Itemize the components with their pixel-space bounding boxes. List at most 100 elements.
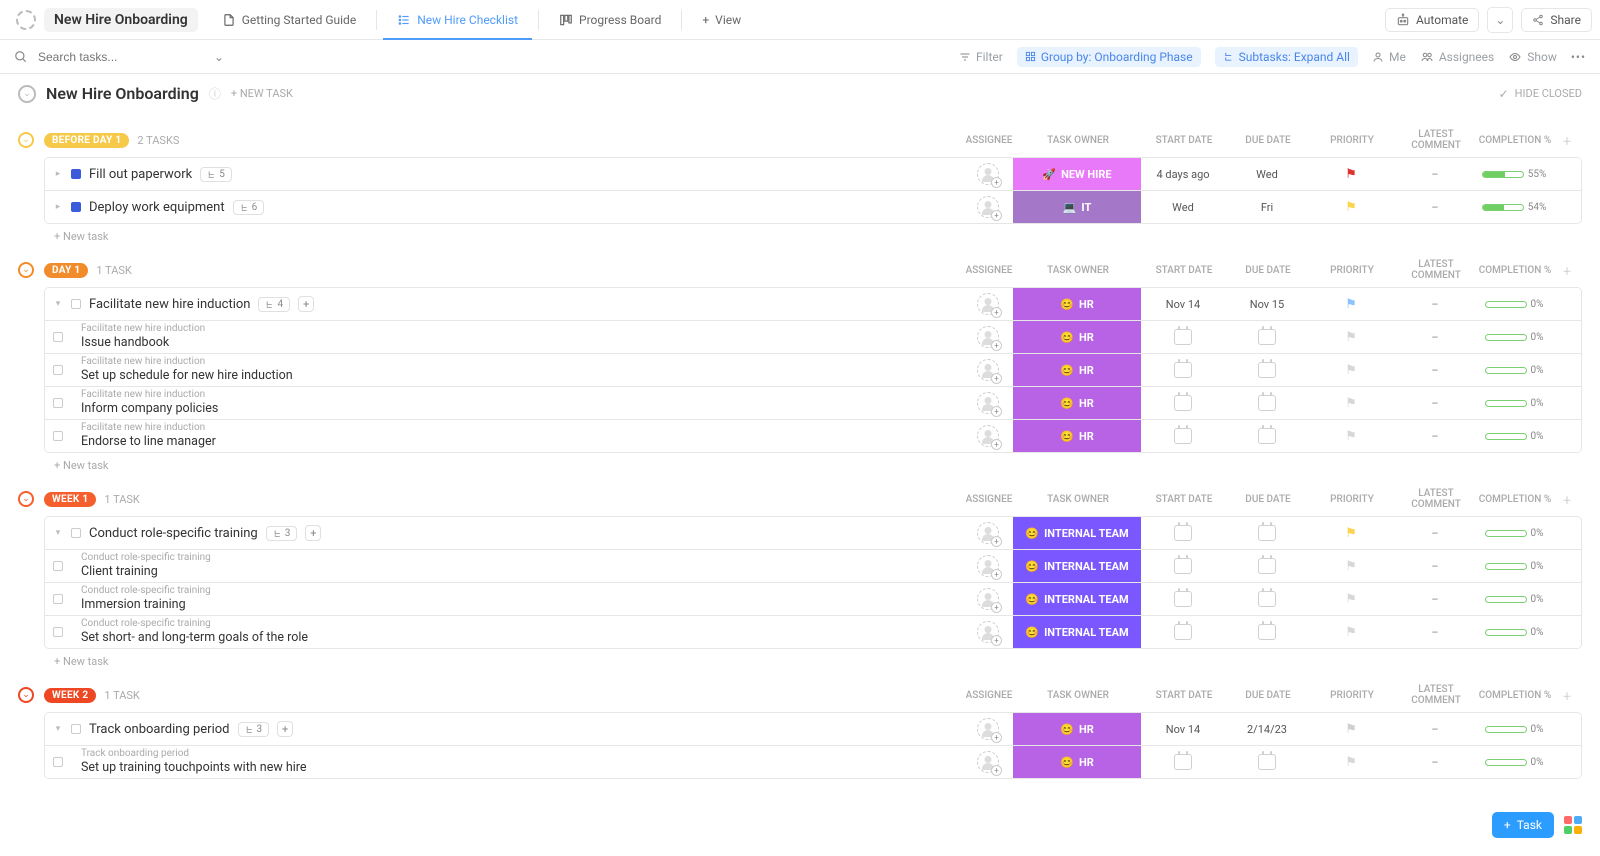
space-name[interactable]: New Hire Onboarding — [44, 8, 198, 32]
group-name-pill[interactable]: WEEK 1 — [44, 492, 96, 507]
task-owner-cell[interactable]: 😊HR — [1013, 321, 1141, 353]
task-owner-cell[interactable]: 💻IT — [1013, 191, 1141, 223]
status-icon[interactable] — [71, 169, 81, 179]
comment-cell[interactable]: – — [1393, 331, 1477, 344]
subtask-row[interactable]: Conduct role-specific training Set short… — [45, 615, 1581, 648]
subtask-row[interactable]: Facilitate new hire induction Issue hand… — [45, 320, 1581, 353]
task-owner-cell[interactable]: 😊HR — [1013, 713, 1141, 745]
assignee-cell[interactable]: + — [963, 196, 1013, 218]
assignee-cell[interactable]: + — [963, 425, 1013, 447]
status-icon[interactable] — [71, 724, 81, 734]
subtask-count[interactable]: 4 — [258, 297, 290, 312]
start-date-cell[interactable] — [1141, 395, 1225, 411]
task-row[interactable]: ▾ Track onboarding period 3+ + 😊HR Nov 1… — [45, 713, 1581, 745]
group-by-chip[interactable]: Group by: Onboarding Phase — [1017, 47, 1201, 67]
new-task-floating-button[interactable]: + Task — [1492, 812, 1554, 838]
add-subtask-button[interactable]: + — [277, 721, 293, 737]
new-task-button[interactable]: + NEW TASK — [231, 87, 293, 100]
completion-cell[interactable]: 0% — [1477, 757, 1551, 768]
add-column-button[interactable]: ＋ — [1552, 688, 1582, 703]
expand-icon[interactable]: ▸ — [53, 202, 63, 212]
task-owner-cell[interactable]: 😊HR — [1013, 420, 1141, 452]
comment-cell[interactable]: – — [1393, 364, 1477, 377]
task-owner-cell[interactable]: 🚀NEW HIRE — [1013, 158, 1141, 190]
priority-cell[interactable]: ⚑ — [1309, 755, 1393, 770]
add-subtask-button[interactable]: + — [305, 525, 321, 541]
group-toggle[interactable]: ⌄ — [18, 132, 34, 148]
completion-cell[interactable]: 0% — [1477, 627, 1551, 638]
priority-cell[interactable]: ⚑ — [1309, 363, 1393, 378]
priority-cell[interactable]: ⚑ — [1309, 592, 1393, 607]
due-date-cell[interactable] — [1225, 591, 1309, 607]
tab-progress-board[interactable]: Progress Board — [545, 0, 675, 39]
group-toggle[interactable]: ⌄ — [18, 491, 34, 507]
assignee-cell[interactable]: + — [963, 751, 1013, 773]
start-date-cell[interactable]: Nov 14 — [1141, 298, 1225, 311]
share-button[interactable]: Share — [1521, 8, 1592, 32]
subtask-count[interactable]: 6 — [233, 200, 265, 215]
more-button[interactable]: ••• — [1571, 50, 1586, 64]
start-date-cell[interactable] — [1141, 362, 1225, 378]
completion-cell[interactable]: 0% — [1477, 431, 1551, 442]
comment-cell[interactable]: – — [1393, 756, 1477, 769]
group-toggle[interactable]: ⌄ — [18, 687, 34, 703]
completion-cell[interactable]: 0% — [1477, 724, 1551, 735]
tab-new-hire-checklist[interactable]: New Hire Checklist — [383, 0, 532, 39]
status-icon[interactable] — [53, 398, 63, 408]
comment-cell[interactable]: – — [1393, 723, 1477, 736]
start-date-cell[interactable] — [1141, 558, 1225, 574]
comment-cell[interactable]: – — [1393, 201, 1477, 214]
task-owner-cell[interactable]: 😊HR — [1013, 746, 1141, 778]
completion-cell[interactable]: 0% — [1477, 528, 1551, 539]
priority-cell[interactable]: ⚑ — [1309, 297, 1393, 312]
comment-cell[interactable]: – — [1393, 397, 1477, 410]
comment-cell[interactable]: – — [1393, 298, 1477, 311]
filter-button[interactable]: Filter — [959, 50, 1003, 64]
expand-icon[interactable]: ▾ — [53, 528, 63, 538]
assignee-cell[interactable]: + — [963, 392, 1013, 414]
expand-icon[interactable]: ▸ — [53, 169, 63, 179]
apps-icon[interactable] — [1564, 816, 1582, 834]
start-date-cell[interactable] — [1141, 754, 1225, 770]
task-owner-cell[interactable]: 😊HR — [1013, 288, 1141, 320]
subtasks-chip[interactable]: Subtasks: Expand All — [1215, 47, 1358, 67]
due-date-cell[interactable] — [1225, 558, 1309, 574]
group-toggle[interactable]: ⌄ — [18, 262, 34, 278]
tab-getting-started-guide[interactable]: Getting Started Guide — [208, 0, 370, 39]
task-owner-cell[interactable]: 😊INTERNAL TEAM — [1013, 550, 1141, 582]
show-button[interactable]: Show — [1508, 50, 1557, 64]
subtask-row[interactable]: Facilitate new hire induction Inform com… — [45, 386, 1581, 419]
automate-dropdown[interactable]: ⌄ — [1487, 7, 1513, 33]
task-row[interactable]: ▸ Fill out paperwork 5 + 🚀NEW HIRE 4 day… — [45, 158, 1581, 190]
assignee-cell[interactable]: + — [963, 718, 1013, 740]
comment-cell[interactable]: – — [1393, 593, 1477, 606]
start-date-cell[interactable] — [1141, 525, 1225, 541]
completion-cell[interactable]: 0% — [1477, 398, 1551, 409]
expand-icon[interactable]: ▾ — [53, 724, 63, 734]
completion-cell[interactable]: 55% — [1477, 169, 1551, 180]
due-date-cell[interactable]: Wed — [1225, 168, 1309, 181]
due-date-cell[interactable] — [1225, 362, 1309, 378]
priority-cell[interactable]: ⚑ — [1309, 526, 1393, 541]
collapse-all-icon[interactable]: ⌄ — [18, 85, 36, 103]
task-owner-cell[interactable]: 😊INTERNAL TEAM — [1013, 616, 1141, 648]
start-date-cell[interactable] — [1141, 591, 1225, 607]
assignee-cell[interactable]: + — [963, 588, 1013, 610]
completion-cell[interactable]: 0% — [1477, 299, 1551, 310]
due-date-cell[interactable] — [1225, 754, 1309, 770]
assignee-cell[interactable]: + — [963, 163, 1013, 185]
assignee-cell[interactable]: + — [963, 359, 1013, 381]
add-column-button[interactable]: ＋ — [1552, 263, 1582, 278]
due-date-cell[interactable]: Fri — [1225, 201, 1309, 214]
group-name-pill[interactable]: WEEK 2 — [44, 688, 96, 703]
subtask-count[interactable]: 3 — [266, 526, 298, 541]
comment-cell[interactable]: – — [1393, 560, 1477, 573]
subtask-row[interactable]: Facilitate new hire induction Set up sch… — [45, 353, 1581, 386]
assignee-cell[interactable]: + — [963, 621, 1013, 643]
subtask-count[interactable]: 3 — [238, 722, 270, 737]
comment-cell[interactable]: – — [1393, 168, 1477, 181]
subtask-row[interactable]: Facilitate new hire induction Endorse to… — [45, 419, 1581, 452]
task-row[interactable]: ▾ Conduct role-specific training 3+ + 😊I… — [45, 517, 1581, 549]
priority-cell[interactable]: ⚑ — [1309, 625, 1393, 640]
priority-cell[interactable]: ⚑ — [1309, 559, 1393, 574]
